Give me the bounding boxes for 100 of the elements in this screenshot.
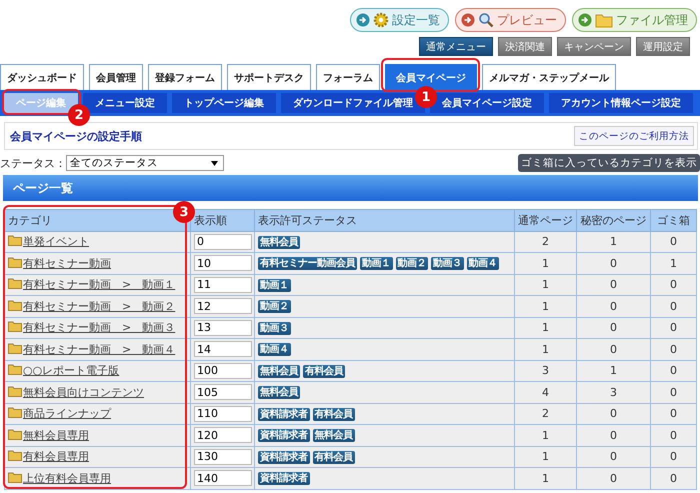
table-cell: 0 <box>650 274 696 296</box>
menu-switch-button[interactable]: 決済関連 <box>498 37 552 56</box>
table-cell: 0 <box>650 403 696 424</box>
order-input[interactable]: 105 <box>194 384 252 400</box>
folder-icon <box>8 278 22 290</box>
order-input[interactable]: 100 <box>194 362 252 379</box>
status-tag: 資料請求者 <box>258 429 310 442</box>
step-number-badge: 3 <box>173 201 195 223</box>
table-cell: 0 <box>576 296 650 317</box>
help-button[interactable]: このページのご利用方法 <box>574 126 694 146</box>
order-input[interactable]: 10 <box>194 255 252 272</box>
table-cell: 1 <box>514 296 576 317</box>
main-tab[interactable]: 会員マイページ <box>385 64 477 90</box>
status-tag: 資料請求者 <box>258 408 310 421</box>
table-cell: 1 <box>514 468 576 489</box>
table-cell: 1 <box>514 338 576 360</box>
table-cell: 0 <box>650 317 696 338</box>
order-input[interactable]: 13 <box>194 320 252 336</box>
table-cell: 3 <box>514 360 576 382</box>
table-cell: 0 <box>576 317 650 338</box>
status-tag: 動画２ <box>258 300 290 314</box>
table-cell: 0 <box>650 296 696 317</box>
order-input[interactable]: 130 <box>194 448 252 465</box>
folder-icon <box>8 472 22 483</box>
sub-navigation-tab[interactable]: アカウント情報ページ設定 <box>549 93 693 113</box>
table-cell: 0 <box>650 382 696 403</box>
order-input[interactable]: 120 <box>194 427 252 444</box>
order-input[interactable]: 14 <box>194 341 252 358</box>
status-tag: 有料会員 <box>312 450 354 464</box>
menu-switch-button[interactable]: キャンペーン <box>557 37 631 56</box>
status-tag: 無料会員 <box>258 364 300 378</box>
folder-icon <box>8 407 22 418</box>
table-cell: 1 <box>514 317 576 338</box>
show-trash-button[interactable]: ゴミ箱に入っているカテゴリを表示 <box>518 154 700 172</box>
header-button[interactable]: 設定一覧 <box>350 8 449 32</box>
order-input[interactable]: 11 <box>194 276 252 293</box>
status-label: ステータス： <box>0 156 66 170</box>
main-tab[interactable]: 会員管理 <box>89 64 143 90</box>
dropdown-caret-icon <box>211 160 218 166</box>
table-cell: 0 <box>576 252 650 274</box>
status-tag: 動画１ <box>360 257 392 270</box>
main-tab[interactable]: 登録フォーム <box>148 64 222 90</box>
order-input[interactable]: 12 <box>194 298 252 314</box>
main-tab[interactable]: ダッシュボード <box>0 64 84 90</box>
main-tab[interactable]: サポートデスク <box>227 64 311 90</box>
folder-icon <box>8 342 22 354</box>
status-tag: 動画４ <box>466 257 499 270</box>
status-tag: 有料会員 <box>303 364 345 378</box>
table-cell: 2 <box>514 403 576 424</box>
folder-icon <box>8 386 22 397</box>
folder-icon <box>8 321 22 332</box>
table-cell: 1 <box>514 252 576 274</box>
sub-navigation-tab[interactable]: トップページ編集 <box>172 93 276 113</box>
column-header: 通常ページ <box>514 210 576 231</box>
column-header: ゴミ箱 <box>650 210 696 231</box>
folder-icon <box>8 428 22 440</box>
table-cell: 0 <box>576 424 650 446</box>
status-tag: 動画４ <box>258 343 290 356</box>
table-cell: 0 <box>650 360 696 382</box>
status-tag: 無料会員 <box>258 386 300 400</box>
table-cell: 0 <box>650 424 696 446</box>
main-tab[interactable]: メルマガ・ステップメール <box>482 64 616 90</box>
table-cell: 1 <box>514 424 576 446</box>
folder-icon <box>8 235 22 246</box>
arrow-circle-icon <box>461 13 475 27</box>
main-tab[interactable]: フォーラム <box>316 64 380 90</box>
table-cell: 2 <box>514 231 576 252</box>
table-cell: 0 <box>576 403 650 424</box>
setup-guide-link[interactable]: 会員マイページの設定手順 <box>10 128 142 144</box>
column-header: 表示順 <box>190 210 254 231</box>
table-cell: 0 <box>576 446 650 468</box>
table-cell: 0 <box>576 274 650 296</box>
arrow-circle-icon <box>578 13 592 27</box>
table-cell: 1 <box>576 360 650 382</box>
sub-navigation-tab[interactable]: メニュー設定 <box>83 93 167 113</box>
order-input[interactable]: 110 <box>194 406 252 422</box>
header-button[interactable]: プレビュー <box>455 8 566 32</box>
order-input[interactable]: 140 <box>194 470 252 486</box>
status-select[interactable]: 全てのステータス <box>66 155 224 171</box>
status-tag: 有料セミナー動画会員 <box>258 257 357 270</box>
arrow-circle-icon <box>356 13 370 27</box>
sub-navigation-tab[interactable]: 会員マイページ設定 <box>430 93 544 113</box>
header-button[interactable]: ファイル管理 <box>572 8 697 32</box>
magnifier-icon <box>478 12 494 28</box>
table-cell: 0 <box>576 338 650 360</box>
table-cell: 0 <box>650 231 696 252</box>
menu-switch-button[interactable]: 通常メニュー <box>419 37 493 56</box>
table-cell: 1 <box>514 274 576 296</box>
status-tag: 動画３ <box>258 322 290 335</box>
column-header: 秘密のページ <box>576 210 650 231</box>
table-cell: 3 <box>576 382 650 403</box>
folder-icon <box>8 364 22 376</box>
folder-icon <box>8 256 22 268</box>
order-input[interactable]: 0 <box>194 234 252 250</box>
status-tag: 資料請求者 <box>258 472 310 486</box>
status-tag: 動画１ <box>258 278 290 292</box>
menu-switch-button[interactable]: 運用設定 <box>636 37 690 56</box>
table-cell: 1 <box>514 446 576 468</box>
table-cell: 1 <box>650 252 696 274</box>
gear-icon <box>373 12 389 28</box>
